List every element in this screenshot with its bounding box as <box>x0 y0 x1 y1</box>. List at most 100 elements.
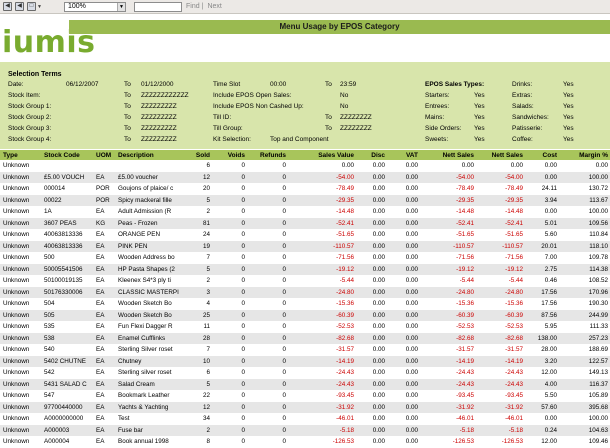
cell-disc: 0.00 <box>372 415 385 422</box>
cell-nett-sales-2: -5.44 <box>508 277 523 284</box>
epos-type-label: Extras: <box>512 92 533 99</box>
table-row: Unknown 00022 POR Spicy mackeral fille 5 0 0 -2… <box>0 194 610 206</box>
epos-type-value: Yes <box>563 103 574 110</box>
find-input[interactable] <box>134 1 182 12</box>
cell-uom: EA <box>96 277 105 284</box>
cell-type: Unknown <box>3 277 30 284</box>
table-row: Unknown 40063813336 EA ORANGE PEN 24 0 0 -51.65… <box>0 229 610 241</box>
cell-description: Bookmark Leather <box>118 392 170 399</box>
cell-sales-value: -24.80 <box>336 288 354 296</box>
cell-stock-code: 500 <box>44 254 55 261</box>
cell-sold: 25 <box>202 311 210 319</box>
column-header-sold: Sold <box>195 152 210 159</box>
cell-cost: 0.00 <box>544 415 557 422</box>
cell-type: Unknown <box>3 219 30 227</box>
cell-stock-code: 50100019135 <box>44 277 83 284</box>
cell-nett-sales-2: -14.48 <box>505 208 523 215</box>
epos-type-value: Yes <box>563 92 574 99</box>
previous-page-icon[interactable]: ◀ <box>15 2 24 11</box>
non-cashed-value: No <box>340 103 349 110</box>
cell-nett-sales: -19.12 <box>456 265 474 273</box>
cell-voids: 0 <box>241 426 245 434</box>
save-icon[interactable]: □ <box>27 2 36 11</box>
cell-sales-value: -31.92 <box>336 403 354 411</box>
epos-type-label: Entrees: <box>425 103 450 110</box>
cell-description: Spicy mackeral fille <box>118 196 172 204</box>
cell-sales-value: -31.57 <box>336 346 354 353</box>
cell-voids: 0 <box>241 323 245 330</box>
cell-description: Wooden Sketch Bo <box>118 311 172 319</box>
cell-refunds: 0 <box>282 231 286 238</box>
cell-sales-value: -24.43 <box>336 380 354 388</box>
cell-uom: EA <box>96 300 105 307</box>
report-toolbar: ◀ ◀ □ ▼ 100% ▼ Find | Next <box>0 0 610 14</box>
cell-nett-sales-2: -93.45 <box>505 392 523 399</box>
cell-disc: 0.00 <box>372 254 385 261</box>
cell-voids: 0 <box>241 369 245 376</box>
epos-type-value: Yes <box>474 136 485 143</box>
cell-margin: 0.00 <box>595 162 608 169</box>
cell-nett-sales-2: -54.00 <box>505 173 523 181</box>
cell-voids: 0 <box>241 392 245 399</box>
cell-sold: 2 <box>206 426 210 434</box>
cell-description: Peas - Frozen <box>118 219 158 227</box>
cell-stock-code: 40063813336 <box>44 231 83 238</box>
first-page-icon[interactable]: ◀ <box>3 2 12 11</box>
cell-refunds: 0 <box>282 219 286 227</box>
zoom-select[interactable]: 100% ▼ <box>64 1 126 12</box>
table-row: Unknown 5402 CHUTNE EA Chutney 10 0 0 -14.19 0.0… <box>0 355 610 367</box>
cell-sold: 5 <box>206 196 210 204</box>
cell-sales-value: -52.41 <box>336 219 354 227</box>
cell-uom: EA <box>96 334 105 342</box>
cell-description: HP Pasta Shapes (2 <box>118 265 175 273</box>
cell-sold: 20 <box>202 185 210 192</box>
cell-nett-sales: -51.65 <box>456 231 474 238</box>
next-link[interactable]: Next <box>207 3 221 10</box>
stock-group-4-to: ZZZZZZZZZ <box>141 136 177 143</box>
export-dropdown-icon[interactable]: ▼ <box>37 4 42 10</box>
toolbar-separator: | <box>201 3 204 10</box>
table-row: Unknown 5431 SALAD C EA Salad Cream 5 0 0 -24.4… <box>0 378 610 390</box>
epos-type-value: Yes <box>474 114 485 121</box>
cell-sold: 34 <box>202 415 210 422</box>
table-row: Unknown 505 EA Wooden Sketch Bo 25 0 0 -60.39 0.… <box>0 309 610 321</box>
cell-disc: 0.00 <box>372 196 385 204</box>
cell-vat: 0.00 <box>405 208 418 215</box>
cell-refunds: 0 <box>282 380 286 388</box>
cell-type: Unknown <box>3 426 30 434</box>
cell-uom: EA <box>96 231 105 238</box>
table-header: Type Stock Code UOM Description Sold Voids Ref… <box>0 150 610 160</box>
cell-uom: EA <box>96 403 105 411</box>
cell-refunds: 0 <box>282 392 286 399</box>
cell-sold: 12 <box>202 403 210 411</box>
title-bar: Menu Usage by EPOS Category <box>69 20 610 34</box>
cell-refunds: 0 <box>282 208 286 215</box>
cell-sold: 7 <box>206 346 210 353</box>
cell-description: £5.00 voucher <box>118 173 158 181</box>
to-label: To <box>124 125 131 132</box>
cell-disc: 0.00 <box>372 208 385 215</box>
table-row: Unknown 50176330006 EA CLASSIC MASTERPI 3 0 0 -… <box>0 286 610 298</box>
cell-vat: 0.00 <box>405 415 418 422</box>
cell-cost: 5.50 <box>544 392 557 399</box>
cell-sold: 81 <box>202 219 210 227</box>
table-row: Unknown A000003 EA Fuse bar 2 0 0 -5.18 0.00 0.00… <box>0 424 610 436</box>
cell-uom: EA <box>96 346 105 353</box>
chevron-down-icon[interactable]: ▼ <box>117 2 125 11</box>
cell-refunds: 0 <box>282 242 286 250</box>
cell-sales-value: -24.43 <box>336 369 354 376</box>
report-header: iumis Menu Usage by EPOS Category <box>0 14 610 62</box>
cell-description: ORANGE PEN <box>118 231 160 238</box>
cell-description: Book annual 1998 <box>118 438 169 445</box>
till-id-label: Till ID: <box>213 114 232 121</box>
column-header-sales-value: Sales Value <box>318 152 354 159</box>
epos-type-value: Yes <box>563 81 574 88</box>
cell-nett-sales-2: -82.68 <box>505 334 523 342</box>
cell-sold: 8 <box>206 438 210 445</box>
cell-description: Fuse bar <box>118 426 143 434</box>
cell-vat: 0.00 <box>405 334 418 342</box>
find-link[interactable]: Find <box>186 3 200 10</box>
cell-nett-sales: 0.00 <box>461 162 474 169</box>
date-label: Date: <box>8 81 24 88</box>
cell-stock-code: A000003 <box>44 426 70 434</box>
